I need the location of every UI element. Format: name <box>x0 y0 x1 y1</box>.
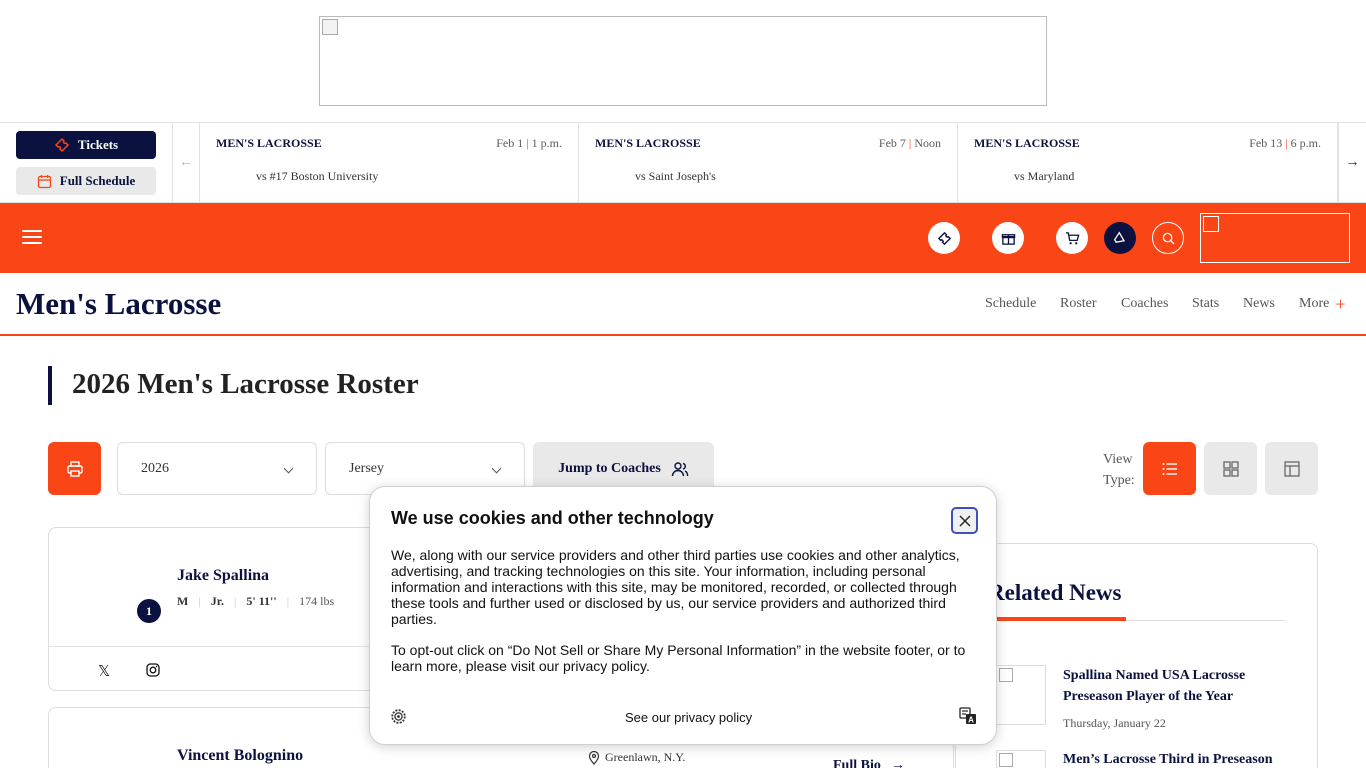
ticket-icon <box>937 231 951 245</box>
chevron-down-icon <box>283 463 294 474</box>
player-meta: M | Jr. | 5' 11'' | 174 lbs <box>177 594 335 608</box>
news-headline[interactable]: Spallina Named USA Lacrosse Preseason Pl… <box>1063 665 1298 707</box>
megaphone-icon <box>1113 230 1125 243</box>
table-view-icon <box>1283 460 1300 477</box>
jersey-number: 1 <box>137 599 161 623</box>
player-name[interactable]: Vincent Bolognino <box>177 747 303 765</box>
list-view-icon <box>1162 462 1177 475</box>
megaphone-nav-button[interactable] <box>1104 222 1136 254</box>
nav-link-schedule[interactable]: Schedule <box>985 296 1036 312</box>
broken-image-icon <box>322 19 338 35</box>
svg-text:A: A <box>968 716 974 725</box>
game-opponent: vs Maryland <box>1014 169 1075 183</box>
printer-icon <box>66 460 83 477</box>
print-button[interactable] <box>48 442 101 495</box>
cookie-paragraph: To opt-out click on “Do Not Sell or Shar… <box>391 642 966 674</box>
nav-link-coaches[interactable]: Coaches <box>1121 296 1168 312</box>
search-icon <box>1162 232 1175 245</box>
cookie-paragraph: We, along with our service providers and… <box>391 547 960 627</box>
news-thumbnail[interactable] <box>996 750 1046 768</box>
cookie-consent-dialog: We use cookies and other technology We, … <box>369 486 997 745</box>
ticket-icon <box>54 137 69 153</box>
tickets-label: Tickets <box>77 137 119 152</box>
full-schedule-button[interactable]: Full Schedule <box>16 167 156 195</box>
nav-link-roster[interactable]: Roster <box>1060 296 1097 312</box>
nav-link-stats[interactable]: Stats <box>1192 296 1219 312</box>
top-ad-banner[interactable] <box>319 16 1047 106</box>
nav-link-more[interactable]: More + <box>1299 294 1346 314</box>
player-hometown: Greenlawn, N.Y. <box>588 750 685 765</box>
close-button[interactable] <box>951 507 978 534</box>
search-nav-button[interactable] <box>1152 222 1184 254</box>
game-card[interactable]: MEN'S LACROSSE Feb 1 | 1 p.m. vs #17 Bosto… <box>200 123 579 202</box>
cart-nav-button[interactable] <box>1056 222 1088 254</box>
calendar-icon <box>37 174 51 188</box>
nav-link-news[interactable]: News <box>1243 296 1275 312</box>
nav-link-more-label: More <box>1299 296 1330 311</box>
cookie-dialog-title: We use cookies and other technology <box>391 508 714 528</box>
section-divider <box>0 334 1366 336</box>
plus-icon: + <box>1335 294 1346 314</box>
jump-to-coaches-label: Jump to Coaches <box>558 460 661 476</box>
sort-select-value: Jersey <box>349 460 384 476</box>
game-opponent: vs #17 Boston University <box>256 169 379 183</box>
broken-image-icon <box>1203 216 1219 232</box>
tickets-nav-button[interactable] <box>928 222 960 254</box>
player-position: M <box>177 594 189 608</box>
section-title[interactable]: Men's Lacrosse <box>16 286 221 322</box>
full-schedule-label: Full Schedule <box>59 173 136 188</box>
chevron-down-icon <box>491 463 502 474</box>
scoreboard-prev-arrow-icon[interactable]: ← <box>172 123 200 202</box>
related-news-title: Related News <box>988 580 1122 605</box>
cart-icon <box>1065 231 1079 244</box>
page-title: 2026 Men's Lacrosse Roster <box>72 368 419 400</box>
view-list-button[interactable] <box>1143 442 1196 495</box>
users-icon <box>671 461 689 476</box>
game-card[interactable]: MEN'S LACROSSE Feb 13 | 6 p.m. vs Maryland <box>958 123 1338 202</box>
gift-icon <box>1001 233 1015 245</box>
close-icon <box>959 515 970 526</box>
hamburger-menu-icon[interactable] <box>22 230 42 246</box>
game-date-time: Feb 1 | 1 p.m. <box>496 136 562 150</box>
player-name[interactable]: Jake Spallina <box>177 567 269 585</box>
game-card[interactable]: MEN'S LACROSSE Feb 7 | Noon vs Saint Josep… <box>579 123 958 202</box>
site-logo[interactable] <box>1200 213 1350 263</box>
game-sport: MEN'S LACROSSE <box>974 136 1080 150</box>
translate-icon[interactable]: A <box>959 707 977 730</box>
scoreboard-next-arrow-icon[interactable]: → <box>1338 123 1366 202</box>
instagram-icon[interactable] <box>146 663 160 682</box>
view-type-label: View Type: <box>1103 452 1135 488</box>
season-select[interactable]: 2026 <box>117 442 317 495</box>
title-accent-bar <box>48 366 52 405</box>
view-grid-button[interactable] <box>1204 442 1257 495</box>
game-date-time: Feb 13 | 6 p.m. <box>1249 136 1321 150</box>
game-sport: MEN'S LACROSSE <box>595 136 701 150</box>
broken-image-icon <box>999 668 1013 682</box>
player-year: Jr. <box>210 594 224 608</box>
gear-icon[interactable] <box>390 708 407 730</box>
broken-image-icon <box>999 753 1013 767</box>
news-date: Thursday, January 22 <box>1063 716 1166 730</box>
location-pin-icon <box>588 750 600 765</box>
related-news-panel <box>955 543 1318 768</box>
news-title-underline <box>995 617 1126 621</box>
season-select-value: 2026 <box>141 460 169 476</box>
grid-view-icon <box>1222 460 1239 477</box>
privacy-policy-link[interactable]: See our privacy policy <box>625 710 752 725</box>
player-weight: 174 lbs <box>299 594 335 608</box>
game-sport: MEN'S LACROSSE <box>216 136 322 150</box>
game-date-time: Feb 7 | Noon <box>878 136 941 150</box>
full-bio-link[interactable]: Full Bio → <box>833 758 905 768</box>
gift-nav-button[interactable] <box>992 222 1024 254</box>
news-thumbnail[interactable] <box>996 665 1046 725</box>
player-height: 5' 11'' <box>246 594 277 608</box>
view-table-button[interactable] <box>1265 442 1318 495</box>
game-opponent: vs Saint Joseph's <box>635 169 716 183</box>
x-twitter-icon[interactable]: 𝕏 <box>98 662 110 680</box>
news-headline[interactable]: Men’s Lacrosse Third in Preseason <box>1063 749 1298 768</box>
tickets-button[interactable]: Tickets <box>16 131 156 159</box>
arrow-right-icon: → <box>890 758 905 768</box>
